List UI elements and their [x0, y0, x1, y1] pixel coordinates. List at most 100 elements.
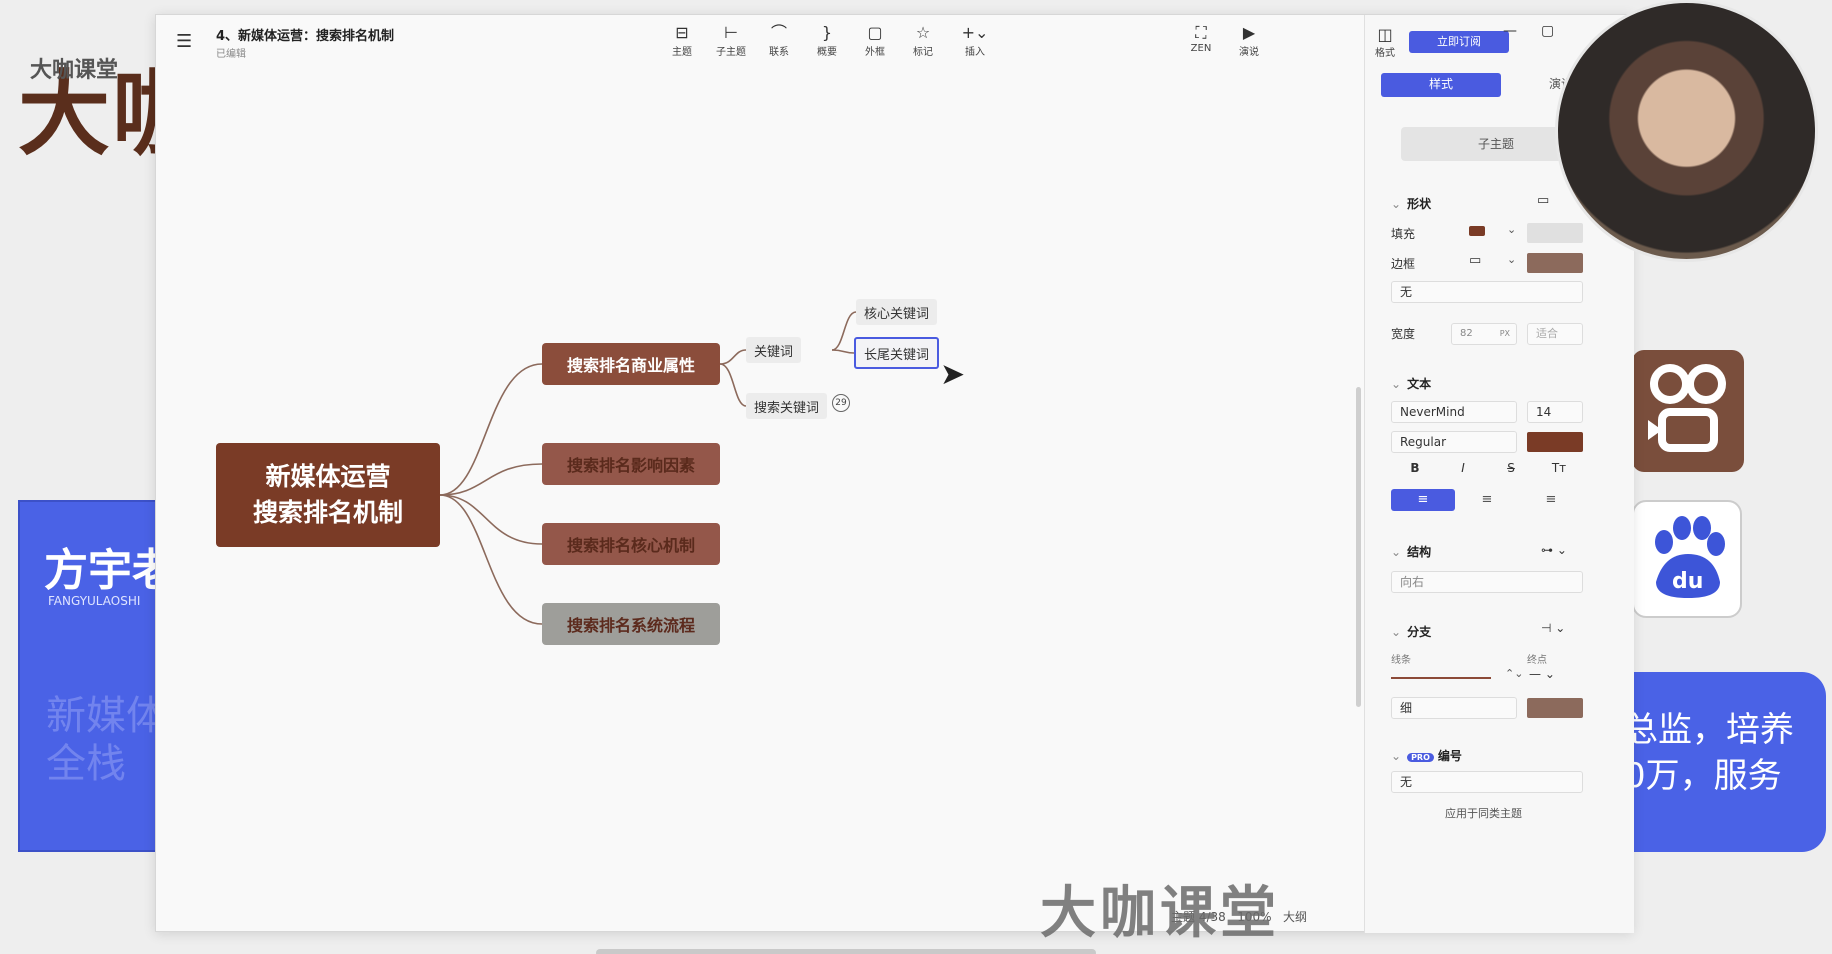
subtopic-button[interactable]: ⊢ 子主题 — [708, 23, 754, 58]
relationship-button[interactable]: ⌒ 联系 — [756, 23, 802, 58]
fill-label: 填充 — [1391, 227, 1416, 241]
numbering-section-title[interactable]: ⌄ PRO 编号 — [1391, 747, 1462, 764]
line-style-dropdown-icon[interactable]: ⌃⌄ — [1505, 667, 1523, 680]
webcam-overlay — [1555, 0, 1818, 262]
mindmap-app-window: ☰ 4、新媒体运营：搜索排名机制 已编辑 ⊟ 主题 ⊢ 子主题 ⌒ 联系 } 概要 ▢ 外… — [155, 14, 1634, 954]
topic-icon: ⊟ — [675, 23, 689, 42]
border-shape-icon[interactable]: ▭ — [1469, 253, 1481, 268]
central-topic[interactable]: 新媒体运营 搜索排名机制 — [216, 443, 440, 547]
marker-label: 标记 — [913, 47, 933, 58]
vertical-scrollbar[interactable] — [1356, 387, 1361, 707]
presentation-label: 演说 — [1239, 47, 1259, 58]
subtopic-label: 子主题 — [716, 47, 746, 58]
line-thickness-select[interactable]: 细 — [1391, 697, 1517, 719]
menu-icon[interactable]: ☰ — [176, 31, 192, 52]
border-color-swatch[interactable] — [1527, 253, 1583, 273]
subtopic-keyword[interactable]: 关键词 — [746, 337, 802, 363]
intro-card-left: 方宇老 FANGYULAOSHI 新媒体 全栈 — [18, 500, 176, 852]
align-center-icon[interactable]: ≡ — [1455, 489, 1519, 511]
tab-style[interactable]: 样式 — [1381, 73, 1501, 97]
text-section-title[interactable]: ⌄ 文本 — [1391, 375, 1431, 392]
italic-button[interactable]: I — [1439, 461, 1487, 475]
align-left-icon[interactable]: ≡ — [1391, 489, 1455, 511]
horizontal-scrollbar[interactable] — [596, 949, 1096, 954]
subscribe-button[interactable]: 立即订阅 — [1409, 31, 1509, 53]
branch-topic-factors[interactable]: 搜索排名影响因素 — [542, 443, 720, 485]
subtopic-core-keyword[interactable]: 核心关键词 — [856, 299, 938, 325]
structure-section-title[interactable]: ⌄ 结构 — [1391, 543, 1431, 560]
width-input[interactable]: 82 PX — [1451, 323, 1517, 345]
document-status: 已编辑 — [216, 49, 246, 60]
zen-button[interactable]: ⛶ ZEN — [1178, 23, 1224, 54]
baidu-icon: du — [1632, 500, 1742, 618]
chevron-down-icon: ⌄ — [1391, 377, 1402, 391]
summary-icon: } — [821, 23, 833, 42]
maximize-icon[interactable]: ▢ — [1541, 23, 1554, 39]
minimize-icon[interactable]: — — [1503, 23, 1517, 39]
subtopic-search-keyword[interactable]: 搜索关键词 — [746, 393, 828, 419]
background-brand-small: 大咖课堂 — [30, 58, 119, 83]
font-weight-select[interactable]: Regular — [1391, 431, 1517, 453]
topic-button[interactable]: ⊟ 主题 — [659, 23, 705, 58]
width-unit: PX — [1499, 329, 1510, 338]
outline-toggle[interactable]: 大纲 — [1283, 910, 1307, 924]
text-case-button[interactable]: Tт — [1535, 461, 1583, 475]
line-style-preview[interactable] — [1391, 677, 1491, 679]
document-title: 4、新媒体运营：搜索排名机制 — [216, 29, 395, 44]
screen: 大咖 大咖课堂 bilibili 方宇老 FANGYULAOSHI 新媒体全栈 … — [0, 0, 1832, 954]
branch-title-text: 分支 — [1407, 625, 1432, 639]
subtopic-icon: ⊢ — [724, 23, 738, 42]
numbering-select[interactable]: 无 — [1391, 771, 1583, 793]
relationship-label: 联系 — [769, 47, 789, 58]
presentation-button[interactable]: ▶ 演说 — [1226, 23, 1272, 58]
text-color-swatch[interactable] — [1527, 432, 1583, 452]
font-size-select[interactable]: 14 — [1527, 401, 1583, 423]
text-title-text: 文本 — [1407, 377, 1432, 391]
border-style-select[interactable]: 无 — [1391, 281, 1583, 303]
mindmap-canvas[interactable]: 新媒体运营 搜索排名机制 搜索排名商业属性 搜索排名影响因素 搜索排名核心机制 … — [156, 67, 1361, 954]
border-dropdown-icon[interactable]: ⌄ — [1507, 253, 1516, 266]
branch-topic-core-mechanism[interactable]: 搜索排名核心机制 — [542, 523, 720, 565]
bold-button[interactable]: B — [1391, 461, 1439, 475]
structure-direction-select[interactable]: 向右 — [1391, 571, 1583, 593]
chevron-down-icon: ⌄ — [1391, 749, 1402, 763]
boundary-label: 外框 — [865, 47, 885, 58]
marker-button[interactable]: ☆ 标记 — [900, 23, 946, 58]
rounded-rect-shape-icon[interactable]: ▭ — [1537, 193, 1549, 208]
format-toggle-button[interactable]: ◫ 格式 — [1365, 25, 1405, 59]
branch-color-swatch[interactable] — [1527, 698, 1583, 718]
branch-section-title[interactable]: ⌄ 分支 — [1391, 623, 1431, 640]
fit-width-button[interactable]: 适合 — [1527, 323, 1583, 345]
fill-color-chip[interactable] — [1469, 226, 1485, 236]
intro-card-text: 新媒体 全栈 — [46, 693, 166, 787]
topic-label: 主题 — [672, 47, 692, 58]
subtopic-long-tail-keyword-selected[interactable]: 长尾关键词 — [854, 337, 940, 369]
insert-button[interactable]: +⌄ 插入 — [952, 23, 998, 58]
shape-title-text: 形状 — [1407, 197, 1432, 211]
fill-dropdown-icon[interactable]: ⌄ — [1507, 223, 1516, 236]
structure-type-icon[interactable]: ⊶ ⌄ — [1541, 543, 1567, 557]
central-topic-line2: 搜索排名机制 — [252, 498, 403, 527]
marker-icon: ☆ — [915, 23, 931, 42]
end-label: 终点 — [1527, 655, 1547, 666]
font-family-select[interactable]: NeverMind — [1391, 401, 1517, 423]
relationship-icon: ⌒ — [770, 23, 787, 42]
collapsed-count-badge[interactable]: 29 — [832, 394, 850, 412]
central-topic-line1: 新媒体运营 — [265, 462, 391, 491]
format-toggle-label: 格式 — [1375, 48, 1395, 59]
apply-numbering-link[interactable]: 应用于同类主题 — [1445, 805, 1522, 821]
intro-card-right-line1: 总监，培养 — [1624, 710, 1794, 750]
numbering-title-text: 编号 — [1437, 749, 1462, 763]
summary-button[interactable]: } 概要 — [804, 23, 850, 58]
branch-topic-system-flow[interactable]: 搜索排名系统流程 — [542, 603, 720, 645]
intro-card-right-line2: 0万，服务 — [1624, 756, 1782, 796]
branch-topic-commercial[interactable]: 搜索排名商业属性 — [542, 343, 720, 385]
strikethrough-button[interactable]: S — [1487, 461, 1535, 475]
line-end-icon[interactable]: — ⌄ — [1529, 667, 1555, 681]
branch-style-icon[interactable]: ⊣ ⌄ — [1541, 621, 1565, 635]
boundary-button[interactable]: ▢ 外框 — [852, 23, 898, 58]
fill-color-swatch[interactable] — [1527, 223, 1583, 243]
shape-section-title[interactable]: ⌄ 形状 — [1391, 195, 1431, 212]
structure-title-text: 结构 — [1407, 545, 1432, 559]
align-right-icon[interactable]: ≡ — [1519, 489, 1583, 511]
